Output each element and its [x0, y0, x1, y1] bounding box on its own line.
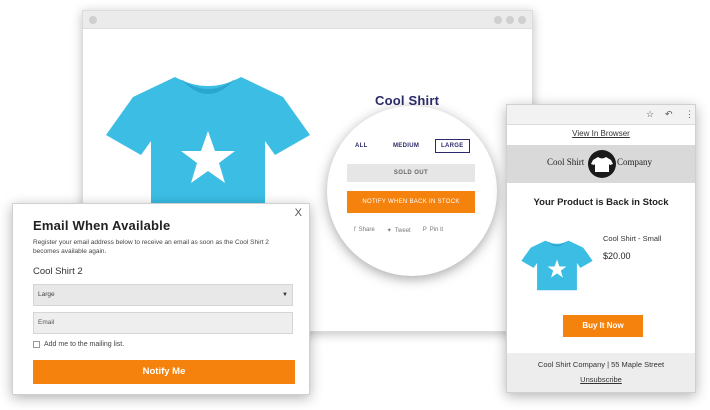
- size-option-medium[interactable]: MEDIUM: [393, 143, 419, 149]
- logo-text-right: Company: [617, 157, 652, 167]
- logo-text-left: Cool Shirt: [547, 157, 585, 167]
- size-option-large[interactable]: LARGE: [435, 139, 470, 153]
- company-logo-banner: Cool Shirt Company: [507, 145, 695, 183]
- reply-icon[interactable]: ↶: [665, 109, 673, 120]
- more-icon[interactable]: ⋮: [685, 109, 694, 120]
- buy-it-now-button[interactable]: Buy It Now: [563, 315, 643, 337]
- notify-me-button[interactable]: Notify Me: [33, 360, 295, 384]
- modal-description: Register your email address below to rec…: [33, 239, 269, 255]
- unsubscribe-link[interactable]: Unsubscribe: [507, 375, 695, 384]
- star-icon[interactable]: ☆: [646, 109, 654, 120]
- email-when-available-modal: X Email When Available Register your ema…: [12, 203, 310, 395]
- email-tshirt-image: [521, 240, 593, 291]
- window-dot-icon: [89, 16, 97, 24]
- close-icon[interactable]: X: [295, 207, 302, 219]
- share-label: Share: [358, 227, 375, 233]
- email-product-name: Cool Shirt - Small: [603, 234, 662, 243]
- share-pinterest[interactable]: P Pin it: [423, 227, 443, 234]
- tweet-label: Tweet: [394, 228, 411, 234]
- email-toolbar: ☆ ↶ ⋮: [507, 105, 695, 125]
- size-select[interactable]: Large ▼: [33, 284, 293, 306]
- facebook-icon: f: [354, 227, 356, 233]
- mailing-list-checkbox-row[interactable]: Add me to the mailing list.: [33, 341, 124, 348]
- share-row: f Share ✦ Tweet P Pin it: [354, 227, 443, 234]
- window-dot-icon: [518, 16, 526, 24]
- email-footer: Cool Shirt Company | 55 Maple Street Uns…: [507, 353, 695, 392]
- mailing-list-label: Add me to the mailing list.: [44, 341, 125, 348]
- email-heading: Your Product is Back in Stock: [533, 197, 669, 208]
- pin-label: Pin it: [429, 227, 444, 233]
- footer-address: Cool Shirt Company | 55 Maple Street: [537, 360, 665, 369]
- magnified-product-actions: ALL MEDIUM LARGE SOLD OUT NOTIFY WHEN BA…: [327, 106, 497, 276]
- notify-back-in-stock-button[interactable]: NOTIFY WHEN BACK IN STOCK: [347, 191, 475, 213]
- share-twitter[interactable]: ✦ Tweet: [387, 227, 411, 234]
- view-in-browser-link[interactable]: View In Browser: [507, 129, 695, 138]
- email-preview-window: ☆ ↶ ⋮ View In Browser Cool Shirt Company…: [506, 104, 696, 393]
- pinterest-icon: P: [422, 227, 427, 233]
- share-facebook[interactable]: f Share: [354, 227, 375, 234]
- twitter-icon: ✦: [386, 228, 392, 234]
- window-dot-icon: [506, 16, 514, 24]
- modal-title: Email When Available: [33, 218, 171, 233]
- email-product-price: $20.00: [603, 251, 631, 261]
- chevron-down-icon: ▼: [282, 292, 288, 298]
- browser-title-bar: [83, 11, 532, 29]
- logo-tshirt-icon: [588, 150, 616, 178]
- mailing-list-checkbox[interactable]: [33, 341, 40, 348]
- modal-product-name: Cool Shirt 2: [33, 266, 83, 277]
- sold-out-button: SOLD OUT: [347, 164, 475, 182]
- window-dot-icon: [494, 16, 502, 24]
- size-select-value: Large: [38, 291, 55, 298]
- tshirt-product-image: [106, 77, 310, 219]
- size-option-small[interactable]: ALL: [355, 143, 368, 149]
- email-field[interactable]: Email: [33, 312, 293, 334]
